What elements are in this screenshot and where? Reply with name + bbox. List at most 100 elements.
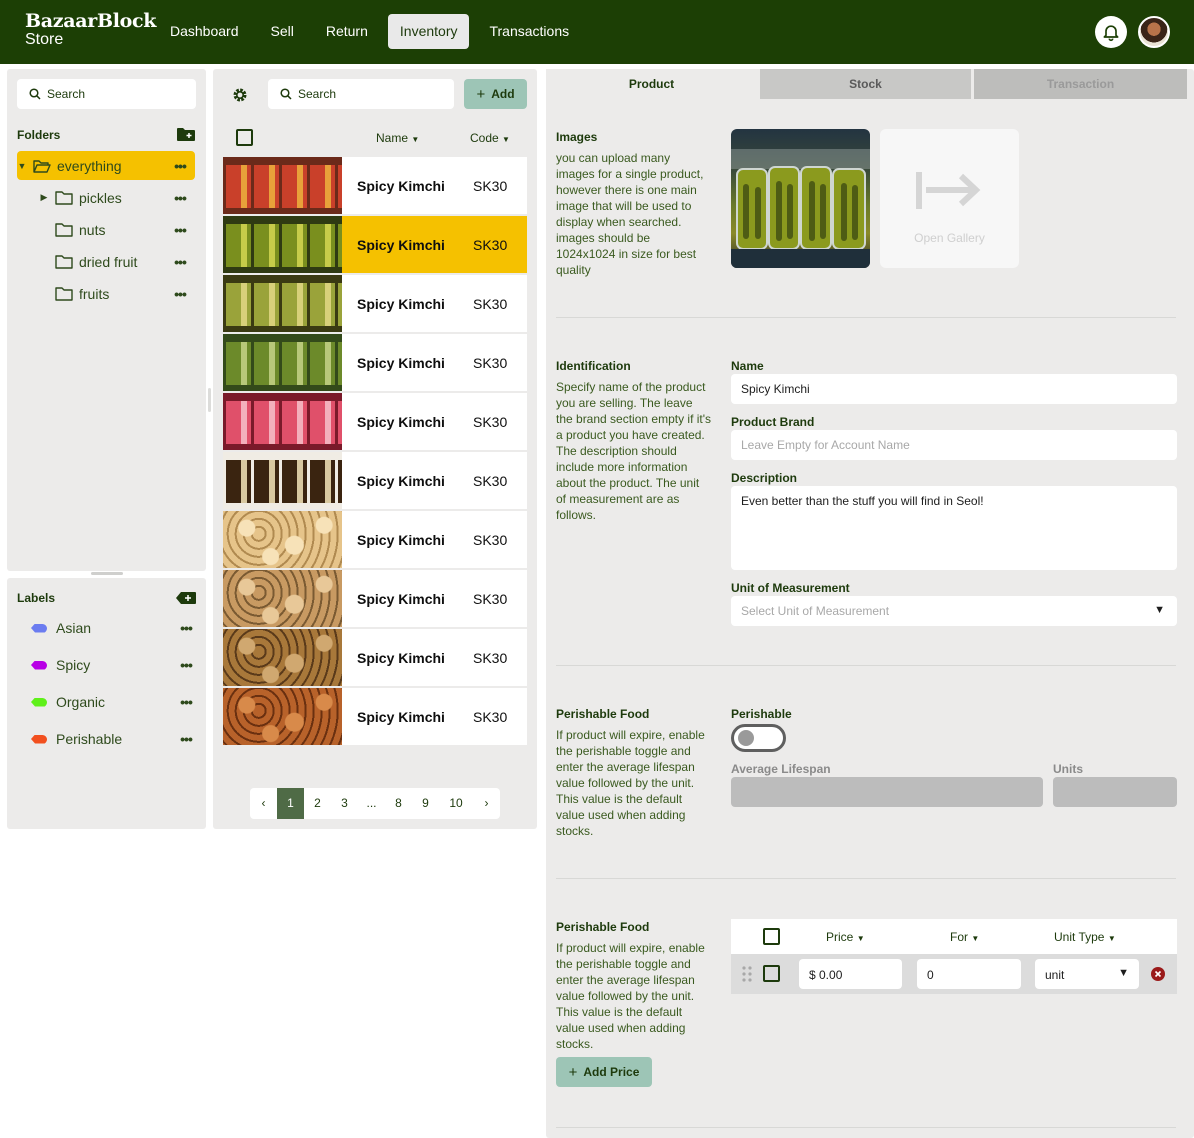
product-main-image[interactable] — [731, 129, 870, 268]
prev-page-icon[interactable]: ‹ — [250, 788, 277, 819]
folder-icon — [55, 286, 73, 301]
folder-dried-fruit[interactable]: dried fruit ••• — [17, 247, 195, 276]
product-name: Spicy Kimchi — [357, 413, 445, 430]
product-row[interactable]: Spicy Kimchi SK30 — [223, 511, 527, 568]
name-input[interactable]: Spicy Kimchi — [731, 374, 1177, 404]
sort-code[interactable]: Code ▼ — [470, 131, 510, 145]
brand-input[interactable]: Leave Empty for Account Name — [731, 430, 1177, 460]
page-9[interactable]: 9 — [412, 788, 439, 819]
col-name-label: Name — [376, 131, 409, 145]
page-2[interactable]: 2 — [304, 788, 331, 819]
product-row[interactable]: Spicy Kimchi SK30 — [223, 334, 527, 391]
more-icon[interactable]: ••• — [165, 254, 195, 270]
select-all-prices-checkbox[interactable] — [763, 928, 780, 945]
folder-search-input[interactable]: Search — [17, 79, 196, 109]
add-price-button[interactable]: + Add Price — [556, 1057, 652, 1087]
product-row[interactable]: Spicy Kimchi SK30 — [223, 629, 527, 686]
product-row[interactable]: Spicy Kimchi SK30 — [223, 216, 527, 273]
add-product-button[interactable]: + Add — [464, 79, 527, 109]
product-row[interactable]: Spicy Kimchi SK30 — [223, 393, 527, 450]
page-3[interactable]: 3 — [331, 788, 358, 819]
product-search-placeholder: Search — [298, 87, 337, 101]
tab-product[interactable]: Product — [546, 69, 757, 99]
page-10[interactable]: 10 — [439, 788, 473, 819]
perishable-toggle[interactable] — [731, 724, 786, 752]
price-row-checkbox[interactable] — [763, 965, 780, 982]
perishable-title: Perishable Food — [556, 707, 650, 721]
description-label: Description — [731, 471, 798, 485]
nav-inventory[interactable]: Inventory — [387, 14, 470, 49]
drag-handle-icon[interactable] — [742, 966, 752, 982]
unit-type-select[interactable]: unit ▼ — [1035, 959, 1139, 989]
top-bar: BazaarBlock Store Dashboard Sell Return … — [0, 0, 1194, 64]
nav-dashboard[interactable]: Dashboard — [158, 14, 251, 49]
sort-unit-type[interactable]: Unit Type ▼ — [1054, 930, 1116, 944]
tab-stock[interactable]: Stock — [760, 69, 971, 99]
more-icon[interactable]: ••• — [171, 694, 201, 710]
caret-right-icon[interactable]: ▶ — [39, 192, 49, 203]
nav-sell[interactable]: Sell — [259, 14, 306, 49]
remove-price-icon[interactable] — [1151, 967, 1165, 981]
folder-everything[interactable]: ▼ everything ••• — [17, 151, 195, 180]
unit-type-value: unit — [1045, 968, 1065, 982]
label-name: Perishable — [56, 731, 123, 747]
more-icon[interactable]: ••• — [165, 158, 195, 174]
sort-for[interactable]: For ▼ — [950, 930, 979, 944]
more-icon[interactable]: ••• — [171, 620, 201, 636]
label-perishable[interactable]: Perishable ••• — [31, 727, 201, 751]
product-name: Spicy Kimchi — [357, 590, 445, 607]
product-code: SK30 — [473, 236, 508, 253]
product-row[interactable]: Spicy Kimchi SK30 — [223, 688, 527, 745]
for-input[interactable]: 0 — [917, 959, 1021, 989]
sort-price[interactable]: Price ▼ — [826, 930, 865, 944]
folder-nuts[interactable]: nuts ••• — [17, 215, 195, 244]
col-for-label: For — [950, 930, 968, 944]
caret-down-icon[interactable]: ▼ — [17, 161, 27, 171]
more-icon[interactable]: ••• — [165, 222, 195, 238]
product-search-input[interactable]: Search — [268, 79, 454, 109]
product-row[interactable]: Spicy Kimchi SK30 — [223, 275, 527, 332]
folder-label: pickles — [79, 189, 122, 206]
more-icon[interactable]: ••• — [165, 190, 195, 206]
labels-panel: Labels Asian ••• Spicy ••• Organic ••• P… — [7, 578, 206, 829]
add-label-icon[interactable] — [176, 592, 196, 604]
folder-open-icon — [33, 159, 51, 173]
nav-return[interactable]: Return — [314, 14, 380, 49]
sort-name[interactable]: Name ▼ — [376, 131, 419, 145]
settings-gear-icon[interactable] — [232, 87, 248, 103]
select-all-checkbox[interactable] — [236, 129, 253, 146]
label-organic[interactable]: Organic ••• — [31, 690, 201, 714]
tab-transaction[interactable]: Transaction — [974, 69, 1187, 99]
more-icon[interactable]: ••• — [171, 731, 201, 747]
uom-select[interactable]: Select Unit of Measurement ▼ — [731, 596, 1177, 626]
name-label: Name — [731, 359, 764, 373]
nav-transactions[interactable]: Transactions — [477, 14, 581, 49]
dropdown-caret-icon: ▼ — [1154, 604, 1165, 616]
product-row[interactable]: Spicy Kimchi SK30 — [223, 570, 527, 627]
more-icon[interactable]: ••• — [165, 286, 195, 302]
folder-pickles[interactable]: ▶ pickles ••• — [17, 183, 195, 212]
user-avatar[interactable] — [1138, 16, 1170, 48]
arrow-right-to-icon — [916, 172, 981, 209]
detail-tabs: Product Stock Transaction — [546, 69, 1190, 99]
description-textarea[interactable]: Even better than the stuff you will find… — [731, 486, 1177, 570]
next-page-icon[interactable]: › — [473, 788, 500, 819]
add-folder-icon[interactable] — [177, 127, 195, 141]
resize-handle[interactable] — [91, 572, 123, 575]
label-asian[interactable]: Asian ••• — [31, 616, 201, 640]
brand-label: Product Brand — [731, 415, 815, 429]
price-input[interactable]: $ 0.00 — [799, 959, 902, 989]
label-spicy[interactable]: Spicy ••• — [31, 653, 201, 677]
notifications-button[interactable] — [1095, 16, 1127, 48]
app-logo[interactable]: BazaarBlock Store — [25, 12, 156, 48]
more-icon[interactable]: ••• — [171, 657, 201, 673]
product-name: Spicy Kimchi — [357, 236, 445, 253]
folder-fruits[interactable]: fruits ••• — [17, 279, 195, 308]
identification-description: Specify name of the product you are sell… — [556, 380, 712, 522]
page-1[interactable]: 1 — [277, 788, 304, 819]
page-8[interactable]: 8 — [385, 788, 412, 819]
product-row[interactable]: Spicy Kimchi SK30 — [223, 452, 527, 509]
vertical-resize-handle[interactable] — [208, 388, 211, 412]
product-row[interactable]: Spicy Kimchi SK30 — [223, 157, 527, 214]
open-gallery-button[interactable]: Open Gallery — [880, 129, 1019, 268]
